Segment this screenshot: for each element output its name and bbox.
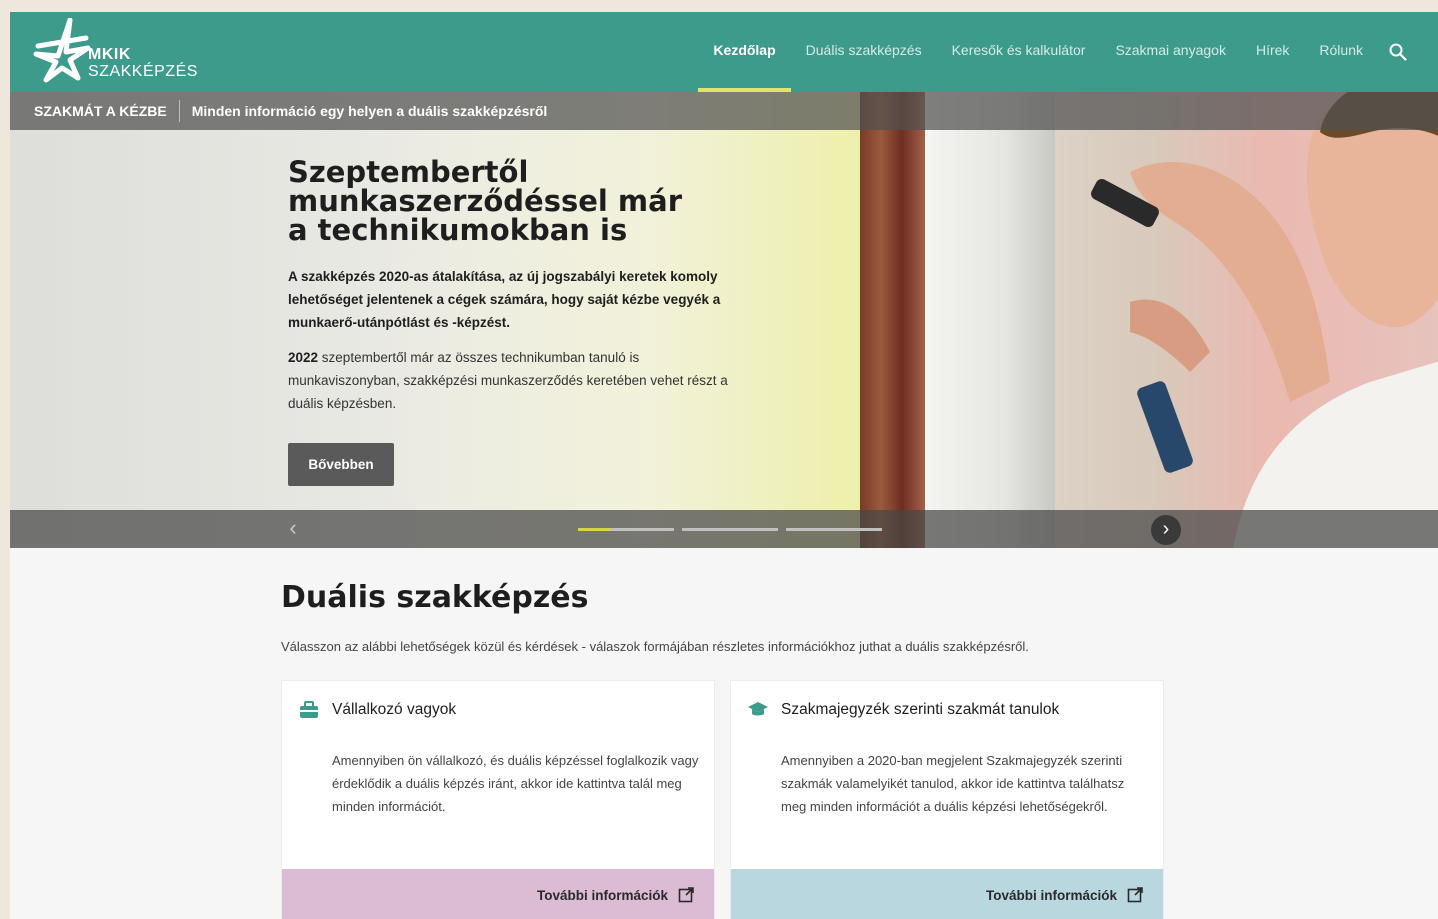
subbar-tag: SZAKMÁT A KÉZBE (10, 100, 180, 122)
hero-title-line-2: munkaszerződéssel már (288, 184, 683, 218)
more-info-label: További információk (536, 887, 668, 903)
browser-page: MKIK SZAKKÉPZÉS Kezdőlap Duális szakképz… (10, 12, 1438, 919)
slider-next-button[interactable]: › (1151, 515, 1181, 545)
search-button[interactable] (1378, 12, 1418, 92)
hero-title-line-1: Szeptembertől (288, 155, 529, 189)
slider-prev-button[interactable]: ‹ (282, 517, 304, 540)
nav-item-hirek[interactable]: Hírek (1241, 12, 1304, 92)
nav-item-keresok-es-kalkulator[interactable]: Keresők és kalkulátor (937, 12, 1101, 92)
card-body: Amennyiben a 2020-ban megjelent Szakmaje… (781, 753, 1125, 814)
hero-title-line-3: a technikumokban is (288, 213, 628, 247)
main-nav: Kezdőlap Duális szakképzés Keresők és ka… (698, 12, 1418, 92)
site-logo[interactable]: MKIK SZAKKÉPZÉS (32, 18, 212, 84)
hero-slider: SZAKMÁT A KÉZBE Minden információ egy he… (10, 92, 1438, 548)
slide-indicator-3[interactable] (786, 528, 882, 531)
card-vallalkozo[interactable]: Vállalkozó vagyok Amennyiben ön vállalko… (282, 681, 714, 919)
more-info-link[interactable]: További információk (282, 869, 714, 919)
hero-image-person (1091, 92, 1438, 548)
logo-text-szakkepzes: SZAKKÉPZÉS (88, 63, 198, 80)
slider-controls: ‹ › (10, 510, 1438, 548)
hero-image-easel (860, 92, 930, 548)
external-link-icon (678, 887, 694, 903)
nav-item-szakmai-anyagok[interactable]: Szakmai anyagok (1100, 12, 1241, 92)
logo-text-mkik: MKIK (88, 46, 131, 63)
graduation-cap-icon (748, 702, 768, 716)
hero-subbar: SZAKMÁT A KÉZBE Minden információ egy he… (10, 92, 1438, 130)
hero-lead: A szakképzés 2020-as átalakítása, az új … (288, 269, 721, 330)
card-szakmajegyzek[interactable]: Szakmajegyzék szerinti szakmát tanulok A… (731, 681, 1163, 919)
card-header: Szakmajegyzék szerinti szakmát tanulok (747, 699, 1059, 721)
briefcase-icon (300, 701, 318, 718)
hero-body: 2022 szeptembertől már az összes technik… (288, 346, 728, 415)
card-body: Amennyiben ön vállalkozó, és duális képz… (332, 753, 699, 814)
hero-content: Szeptembertől munkaszerződéssel már a te… (288, 158, 728, 415)
hero-body-text: szeptembertől már az összes technikumban… (288, 350, 728, 411)
section-description: Válasszon az alábbi lehetőségek közül és… (281, 639, 1029, 654)
nav-item-kezdolap[interactable]: Kezdőlap (698, 12, 791, 92)
slide-indicator-1[interactable] (578, 528, 674, 531)
card-header: Vállalkozó vagyok (298, 699, 456, 721)
search-icon (1389, 43, 1407, 61)
hero-image-canvas (925, 92, 1055, 548)
hero-body-year: 2022 (288, 350, 319, 365)
slide-indicator-2[interactable] (682, 528, 778, 531)
nav-item-rolunk[interactable]: Rólunk (1304, 12, 1378, 92)
more-button[interactable]: Bővebben (288, 443, 394, 486)
more-info-link[interactable]: További információk (731, 869, 1163, 919)
external-link-icon (1127, 887, 1143, 903)
section-title: Duális szakképzés (281, 580, 589, 615)
site-header: MKIK SZAKKÉPZÉS Kezdőlap Duális szakképz… (10, 12, 1438, 92)
star-logo-icon (33, 18, 91, 83)
subbar-text: Minden információ egy helyen a duális sz… (191, 103, 548, 119)
more-info-label: További információk (985, 887, 1117, 903)
nav-item-dualis-szakkepzes[interactable]: Duális szakképzés (791, 12, 937, 92)
card-title: Vállalkozó vagyok (332, 701, 457, 718)
hero-title: Szeptembertől munkaszerződéssel már a te… (288, 158, 728, 245)
card-title: Szakmajegyzék szerinti szakmát tanulok (781, 701, 1060, 718)
